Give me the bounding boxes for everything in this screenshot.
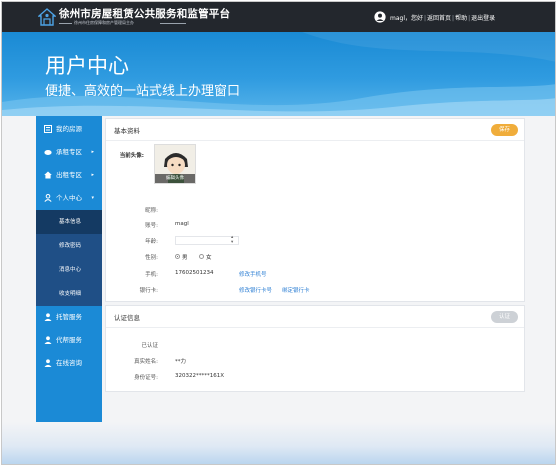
sidebar-item-label: 代帮服务 (56, 336, 82, 344)
real-name-value: **力 (175, 359, 187, 365)
home-link[interactable]: 返回首页 (427, 13, 451, 22)
change-bank-card-link[interactable]: 修改银行卡号 (239, 286, 272, 294)
subtitle-rule-right (160, 23, 186, 24)
handshake-icon (44, 150, 52, 155)
sidebar-item-online-consult[interactable]: 在线咨询 (36, 352, 102, 374)
person-icon (44, 194, 52, 202)
sidebar-item-label: 出租专区 (56, 171, 82, 179)
edit-avatar-caption[interactable]: 编辑头像 (155, 174, 195, 183)
sidebar-item-label: 承租专区 (56, 148, 82, 156)
change-phone-link[interactable]: 修改手机号 (239, 270, 267, 278)
sidebar-item-landlord-zone[interactable]: 出租专区 ▸ (36, 164, 102, 186)
age-label: 年龄: (145, 239, 158, 245)
top-header: 徐州市房屋租赁公共服务和监管平台 徐州市住房保障和房产管理局主办 magl，您好… (2, 2, 555, 32)
basic-info-title: 基本资料 (114, 127, 140, 135)
sidebar-item-personal-center[interactable]: 个人中心 ▾ (36, 187, 102, 209)
chat-icon (44, 359, 52, 367)
user-service-icon (44, 313, 52, 321)
sidebar-subitem-basic-info[interactable]: 基本信息 (36, 210, 102, 234)
id-number-label: 身份证号: (134, 375, 158, 381)
gender-male-radio[interactable] (175, 254, 180, 259)
logout-link[interactable]: 退出登录 (471, 13, 495, 22)
hero-banner: 用户中心 便捷、高效的一站式线上办理窗口 (2, 32, 555, 116)
help-link[interactable]: 帮助 (455, 13, 467, 22)
sidebar-item-label: 我的房源 (56, 125, 82, 133)
basic-info-header: 基本资料 保存 (106, 119, 524, 141)
gender-female-radio[interactable] (199, 254, 204, 259)
site-subtitle: 徐州市住房保障和房产管理局主办 (74, 20, 134, 25)
sidebar-subitem-billing[interactable]: 收支明细 (36, 282, 102, 306)
site-title: 徐州市房屋租赁公共服务和监管平台 (59, 8, 231, 20)
chevron-right-icon: ▸ (91, 172, 94, 178)
id-number-value: 320322*****161X (175, 373, 225, 379)
sidebar-item-agent-service[interactable]: 代帮服务 (36, 329, 102, 351)
gender-female-label: 女 (206, 255, 212, 261)
nav-separator: | (452, 15, 455, 22)
account-label: 账号: (145, 223, 158, 229)
greeting-text: magl，您好 (390, 15, 423, 22)
real-name-label: 真实姓名: (134, 359, 158, 365)
phone-label: 手机: (145, 272, 158, 278)
phone-value: 17602501234 (175, 270, 214, 276)
basic-info-card: 基本资料 保存 当前头像: 编辑头像 昵称: 账号: magl 年龄: ▴ ▾ 性… (105, 118, 525, 302)
page-frame: 徐州市房屋租赁公共服务和监管平台 徐州市住房保障和房产管理局主办 magl，您好… (1, 1, 556, 465)
house-list-icon (44, 125, 52, 133)
nav-separator: | (468, 15, 471, 22)
sidebar-item-my-listings[interactable]: 我的房源 (36, 118, 102, 140)
banner-subtitle: 便捷、高效的一站式线上办理窗口 (45, 84, 241, 99)
sidebar: 我的房源 承租专区 ▸ 出租专区 ▸ 个人中心 ▾ 基本信息 修改密码 消息中心… (36, 116, 102, 422)
banner-title: 用户中心 (45, 54, 129, 78)
avatar-label: 当前头像: (119, 153, 144, 159)
helper-icon (44, 336, 52, 344)
sidebar-item-label: 个人中心 (56, 194, 82, 202)
sidebar-item-custody-service[interactable]: 托管服务 (36, 306, 102, 328)
bank-card-label: 银行卡: (139, 288, 158, 294)
footer-decoration (2, 422, 555, 464)
avatar[interactable]: 编辑头像 (154, 144, 196, 184)
sidebar-item-label: 在线咨询 (56, 359, 82, 367)
verification-card: 认证信息 认证 已认证 真实姓名: **力 身份证号: 320322*****1… (105, 305, 525, 392)
nickname-label: 昵称: (145, 208, 158, 214)
subtitle-rule-left (59, 23, 72, 24)
sidebar-subitem-messages[interactable]: 消息中心 (36, 258, 102, 282)
sidebar-item-label: 托管服务 (56, 313, 82, 321)
age-input[interactable] (175, 236, 239, 245)
verify-button[interactable]: 认证 (490, 311, 518, 323)
verification-header: 认证信息 认证 (106, 306, 524, 328)
verification-status: 已认证 (141, 343, 158, 349)
verification-title: 认证信息 (114, 314, 140, 322)
gender-label: 性别: (145, 255, 158, 261)
age-stepper[interactable]: ▴ ▾ (231, 235, 233, 245)
sidebar-subitem-change-password[interactable]: 修改密码 (36, 234, 102, 258)
nav-separator: | (424, 15, 427, 22)
user-avatar-icon (374, 11, 386, 23)
home-icon (44, 171, 52, 179)
save-button[interactable]: 保存 (490, 124, 518, 136)
top-nav: magl，您好|返回首页|帮助|退出登录 (390, 13, 495, 22)
chevron-down-icon: ▾ (91, 195, 94, 201)
gender-male-label: 男 (182, 255, 188, 261)
bind-bank-card-link[interactable]: 绑定银行卡 (282, 286, 310, 294)
account-value: magl (175, 221, 189, 227)
house-logo-icon (38, 8, 56, 26)
